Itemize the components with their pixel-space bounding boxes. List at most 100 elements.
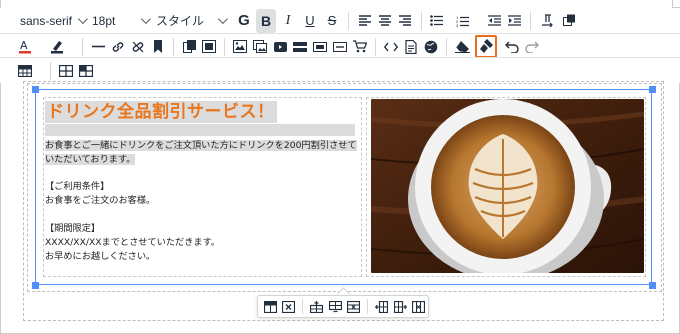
undo-icon bbox=[505, 41, 519, 53]
highlight-color-dropdown[interactable] bbox=[66, 35, 76, 59]
link-icon bbox=[112, 41, 124, 52]
bookmark-icon bbox=[154, 40, 162, 53]
align-right-icon bbox=[399, 15, 411, 26]
table-button[interactable] bbox=[16, 59, 34, 83]
toolbar-separator bbox=[446, 37, 447, 56]
resize-handle-top-right[interactable] bbox=[649, 86, 656, 93]
insert-video-button[interactable] bbox=[271, 35, 289, 59]
style-select[interactable]: スタイル bbox=[156, 9, 234, 33]
insert-button-button[interactable] bbox=[291, 35, 309, 59]
intro-line-2-text: いただいております。 bbox=[45, 154, 136, 165]
paste-button[interactable] bbox=[180, 35, 198, 59]
web-button[interactable] bbox=[422, 35, 440, 59]
delete-table-button[interactable] bbox=[280, 295, 299, 319]
resize-handle-bottom-right[interactable] bbox=[649, 282, 656, 289]
copy-button[interactable] bbox=[559, 9, 579, 33]
bold-toggle-button[interactable]: B bbox=[256, 8, 276, 33]
clear-formatting-button[interactable] bbox=[453, 35, 471, 59]
chevron-down-icon bbox=[217, 14, 228, 25]
bullet-list-icon bbox=[429, 15, 443, 26]
format-painter-icon bbox=[480, 39, 493, 53]
empty-highlighted-line bbox=[45, 124, 355, 136]
promo-heading[interactable]: ドリンク全品割引サービス！ bbox=[45, 101, 277, 123]
text-color-button[interactable]: A bbox=[16, 35, 34, 59]
closing-text[interactable]: お早めにお越しください。 bbox=[45, 250, 155, 263]
corner-mark bbox=[672, 0, 680, 8]
align-center-button[interactable] bbox=[375, 9, 395, 33]
align-left-button[interactable] bbox=[355, 9, 375, 33]
delete-row-button[interactable] bbox=[345, 295, 364, 319]
two-column-layout-button[interactable] bbox=[77, 59, 95, 83]
horizontal-rule-button[interactable] bbox=[89, 35, 107, 59]
font-family-value: sans-serif bbox=[20, 13, 73, 28]
toolbar-separator bbox=[82, 37, 83, 56]
font-family-select[interactable]: sans-serif bbox=[20, 9, 88, 33]
underline-button[interactable]: U bbox=[300, 9, 320, 33]
insert-image-button[interactable] bbox=[231, 35, 249, 59]
indent-icon bbox=[507, 15, 521, 26]
insert-form-button[interactable] bbox=[331, 35, 349, 59]
unlink-button[interactable] bbox=[129, 35, 147, 59]
insert-column-before-button[interactable] bbox=[372, 295, 391, 319]
delete-row-icon bbox=[347, 300, 361, 313]
numbered-list-dropdown[interactable] bbox=[470, 9, 480, 33]
italic-button[interactable]: I bbox=[278, 9, 298, 33]
eraser-icon bbox=[454, 41, 470, 53]
bullet-list-dropdown[interactable] bbox=[444, 9, 454, 33]
image-gallery-button[interactable] bbox=[251, 35, 269, 59]
font-size-select[interactable]: 18pt bbox=[92, 9, 154, 33]
table-dropdown[interactable] bbox=[34, 59, 44, 83]
bullet-list-button[interactable] bbox=[428, 9, 444, 33]
cart-button[interactable] bbox=[351, 35, 369, 59]
text-color-icon: A bbox=[19, 39, 31, 54]
period-title[interactable]: 【期間限定】 bbox=[45, 222, 100, 235]
document-icon bbox=[405, 39, 417, 54]
table-icon bbox=[18, 64, 32, 77]
source-code-button[interactable] bbox=[382, 35, 400, 59]
bold-button[interactable]: G bbox=[234, 9, 254, 33]
conditions-text[interactable]: お食事をご注文のお客様。 bbox=[45, 194, 155, 207]
text-color-dropdown[interactable] bbox=[34, 35, 44, 59]
fullscreen-image-button[interactable] bbox=[200, 35, 218, 59]
image-icon bbox=[233, 40, 247, 53]
insert-row-before-button[interactable] bbox=[307, 295, 326, 319]
insert-row-after-button[interactable] bbox=[326, 295, 345, 319]
frame-icon bbox=[202, 40, 216, 53]
table-properties-icon bbox=[263, 300, 277, 313]
video-icon bbox=[273, 41, 287, 52]
undo-button[interactable] bbox=[503, 35, 521, 59]
period-text[interactable]: XXXX/XX/XXまでとさせていただきます。 bbox=[45, 236, 220, 249]
insert-widget-button[interactable] bbox=[311, 35, 329, 59]
redo-button[interactable] bbox=[523, 35, 541, 59]
conditions-title[interactable]: 【ご利用条件】 bbox=[45, 180, 109, 193]
intro-line-1[interactable]: お食事とご一緒にドリンクをご注文頂いた方にドリンクを200円割引させて bbox=[45, 139, 357, 152]
grid-layout-button[interactable] bbox=[57, 59, 75, 83]
strikethrough-button[interactable]: S bbox=[322, 9, 342, 33]
bookmark-button[interactable] bbox=[149, 35, 167, 59]
redo-icon bbox=[525, 41, 539, 53]
indent-button[interactable] bbox=[504, 9, 524, 33]
coffee-photo[interactable] bbox=[371, 99, 644, 273]
paste-icon bbox=[182, 40, 196, 53]
preview-button[interactable] bbox=[402, 35, 420, 59]
numbered-list-icon: 123 bbox=[456, 15, 469, 27]
align-center-icon bbox=[379, 15, 391, 26]
align-right-button[interactable] bbox=[395, 9, 415, 33]
unlink-icon bbox=[132, 41, 144, 52]
insert-column-after-button[interactable] bbox=[391, 295, 410, 319]
highlight-color-button[interactable] bbox=[48, 35, 66, 59]
format-painter-button[interactable] bbox=[475, 35, 497, 58]
outdent-button[interactable] bbox=[484, 9, 504, 33]
numbered-list-button[interactable]: 123 bbox=[454, 9, 470, 33]
delete-column-button[interactable] bbox=[409, 295, 428, 319]
link-button[interactable] bbox=[109, 35, 127, 59]
resize-handle-top-left[interactable] bbox=[32, 86, 39, 93]
text-direction-button[interactable] bbox=[537, 9, 557, 33]
resize-handle-bottom-left[interactable] bbox=[32, 282, 39, 289]
globe-icon bbox=[424, 40, 438, 53]
intro-line-2[interactable]: いただいております。 bbox=[45, 153, 136, 166]
table-properties-button[interactable] bbox=[261, 295, 280, 319]
outdent-icon bbox=[487, 15, 501, 26]
italic-icon: I bbox=[285, 12, 291, 28]
toolbar-separator bbox=[224, 37, 225, 56]
